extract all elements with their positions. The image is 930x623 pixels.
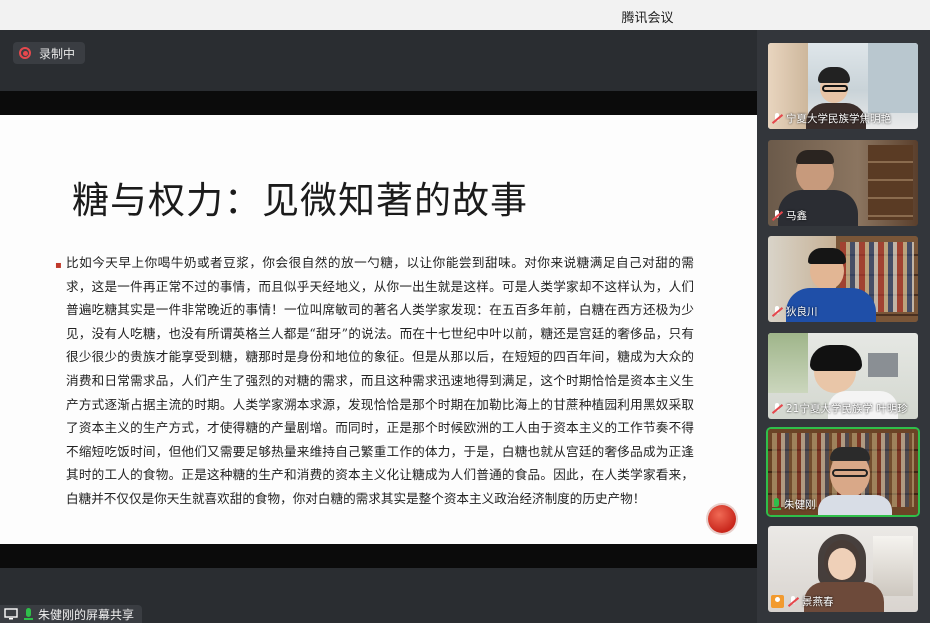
screen-share-indicator[interactable]: 朱健刚的屏幕共享: [0, 605, 143, 623]
participant-tile-active[interactable]: 朱健刚: [768, 429, 918, 515]
screen-share-icon: [4, 608, 18, 620]
participant-name: 狄良川: [786, 306, 818, 318]
participant-name: 朱健刚: [784, 499, 816, 511]
participant-name: 宁夏大学民族学焦明艳: [786, 113, 891, 125]
mic-muted-icon: [771, 209, 783, 222]
participant-label: 宁夏大学民族学焦明艳: [771, 111, 891, 126]
letterbox-top: [0, 91, 757, 115]
mic-muted-icon: [771, 112, 783, 125]
letterbox-bottom: [0, 544, 757, 568]
participant-tile[interactable]: 宁夏大学民族学焦明艳: [768, 43, 918, 129]
participant-label: 景燕春: [771, 594, 834, 609]
mic-on-icon: [771, 498, 781, 511]
participant-label: 狄良川: [771, 304, 818, 319]
participant-name: 马鑫: [786, 210, 807, 222]
slide-title: 糖与权力：见微知著的故事: [72, 179, 528, 222]
title-bar: 腾讯会议: [0, 0, 930, 30]
mic-on-icon: [23, 607, 33, 621]
shared-slide: 糖与权力：见微知著的故事 ▪ 比如今天早上你喝牛奶或者豆浆，你会很自然的放一勺糖…: [0, 115, 757, 544]
mic-muted-icon: [771, 305, 783, 318]
participant-tile[interactable]: 狄良川: [768, 236, 918, 322]
participant-name: 21宁夏大学民族学 叶明珍: [786, 403, 908, 415]
mic-muted-icon: [787, 595, 799, 608]
participant-label: 朱健刚: [771, 497, 816, 512]
recording-indicator[interactable]: 录制中: [13, 42, 86, 64]
participant-tile[interactable]: 马鑫: [768, 140, 918, 226]
participant-tile[interactable]: 景燕春: [768, 526, 918, 612]
laser-pointer-icon[interactable]: [708, 505, 736, 533]
mic-muted-icon: [771, 402, 783, 415]
recording-label: 录制中: [39, 46, 76, 61]
participant-tile[interactable]: 21宁夏大学民族学 叶明珍: [768, 333, 918, 419]
slide-paragraph: 比如今天早上你喝牛奶或者豆浆，你会很自然的放一勺糖，以让你能尝到甜味。对你来说糖…: [66, 255, 694, 506]
app-title: 腾讯会议: [621, 11, 674, 26]
screen-share-label: 朱健刚的屏幕共享: [38, 607, 135, 622]
participant-label: 马鑫: [771, 208, 807, 223]
bullet-icon: ▪: [55, 260, 62, 271]
record-icon: [19, 47, 31, 59]
user-avatar-icon: [771, 595, 784, 608]
participant-label: 21宁夏大学民族学 叶明珍: [771, 401, 908, 416]
participant-name: 景燕春: [802, 596, 834, 608]
